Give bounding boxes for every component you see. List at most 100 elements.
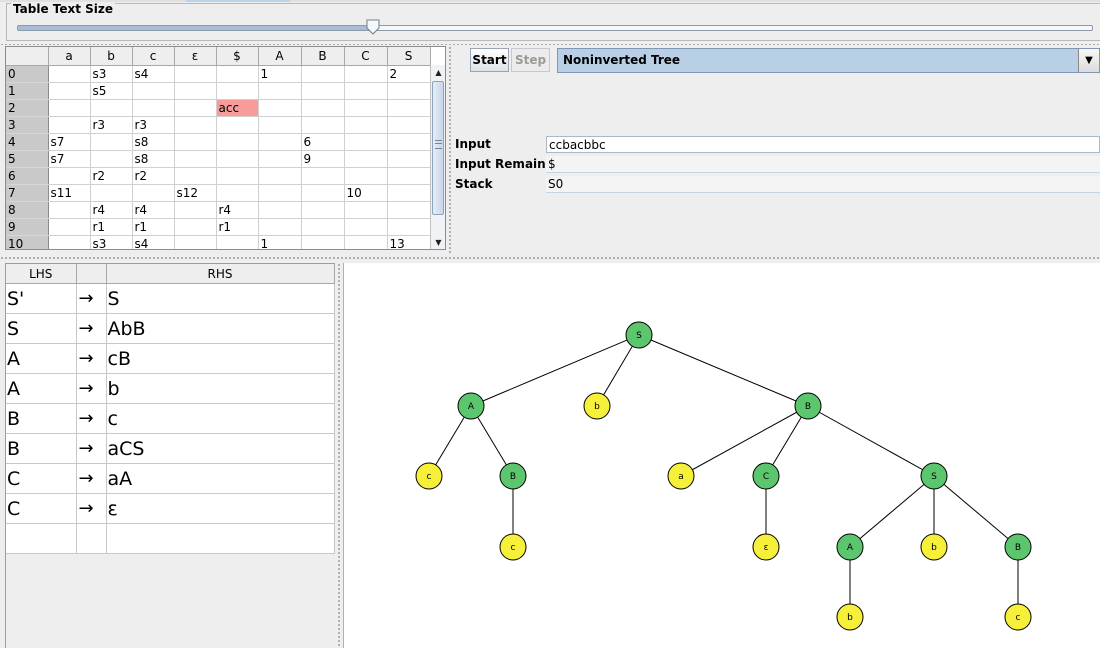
table-cell[interactable]: acc — [216, 99, 259, 117]
tree-node-a1[interactable]: a — [667, 462, 695, 490]
split-divider-vertical-bottom[interactable] — [336, 263, 342, 648]
production-rhs[interactable] — [106, 523, 335, 554]
production-row[interactable]: A → cB — [6, 343, 335, 374]
tree-node-C1[interactable]: C — [752, 462, 780, 490]
production-lhs[interactable]: B — [6, 403, 77, 434]
table-cell[interactable]: 9 — [301, 150, 345, 168]
start-button[interactable]: Start — [470, 48, 509, 72]
production-row[interactable]: A → b — [6, 373, 335, 404]
table-cell[interactable]: r4 — [216, 201, 259, 219]
table-cell[interactable]: 10 — [344, 184, 388, 202]
table-cell[interactable] — [344, 150, 388, 168]
table-cell[interactable] — [48, 235, 91, 249]
table-row[interactable]: 8 r4 r4 r4 — [6, 201, 431, 219]
table-cell[interactable] — [174, 218, 217, 236]
table-cell[interactable] — [174, 82, 217, 100]
tree-node-A1[interactable]: A — [457, 392, 485, 420]
table-cell[interactable] — [344, 99, 388, 117]
table-cell[interactable] — [216, 82, 259, 100]
tree-node-c2[interactable]: c — [499, 533, 527, 561]
row-header[interactable]: 5 — [6, 150, 49, 168]
production-arrow[interactable]: → — [76, 343, 107, 374]
dropdown-arrow-icon[interactable]: ▼ — [1078, 49, 1099, 72]
table-cell[interactable] — [387, 82, 431, 100]
table-cell[interactable] — [387, 218, 431, 236]
production-rhs[interactable]: ε — [106, 493, 335, 524]
lhs-header[interactable]: LHS — [6, 264, 77, 284]
table-cell[interactable] — [90, 150, 133, 168]
table-cell[interactable] — [344, 201, 388, 219]
rhs-header[interactable]: RHS — [106, 264, 335, 284]
table-cell[interactable]: r3 — [132, 116, 175, 134]
table-cell[interactable] — [301, 99, 345, 117]
table-row[interactable]: 9 r1 r1 r1 — [6, 218, 431, 236]
table-cell[interactable] — [387, 150, 431, 168]
production-rhs[interactable]: cB — [106, 343, 335, 374]
table-row[interactable]: 6 r2 r2 — [6, 167, 431, 185]
table-cell[interactable] — [301, 82, 345, 100]
tree-node-B3[interactable]: B — [1004, 533, 1032, 561]
state-column-header[interactable] — [6, 47, 49, 66]
table-cell[interactable]: r1 — [90, 218, 133, 236]
production-arrow[interactable]: → — [76, 403, 107, 434]
table-cell[interactable] — [216, 167, 259, 185]
production-lhs[interactable]: A — [6, 373, 77, 404]
production-lhs[interactable] — [6, 523, 77, 554]
column-header[interactable]: $ — [216, 47, 259, 66]
production-rhs[interactable]: b — [106, 373, 335, 404]
table-cell[interactable] — [301, 65, 345, 83]
production-lhs[interactable]: S — [6, 313, 77, 344]
table-cell[interactable] — [174, 167, 217, 185]
row-header[interactable]: 10 — [6, 235, 49, 249]
row-header[interactable]: 1 — [6, 82, 49, 100]
row-header[interactable]: 3 — [6, 116, 49, 134]
table-cell[interactable] — [90, 99, 133, 117]
table-cell[interactable] — [258, 201, 302, 219]
table-row[interactable]: 7 s11 s12 10 — [6, 184, 431, 202]
row-header[interactable]: 7 — [6, 184, 49, 202]
table-cell[interactable]: r3 — [90, 116, 133, 134]
table-cell[interactable]: s4 — [132, 235, 175, 249]
table-row[interactable]: 5 s7 s8 9 — [6, 150, 431, 168]
scroll-down-arrow-icon[interactable]: ▼ — [431, 235, 445, 249]
table-cell[interactable] — [258, 133, 302, 151]
table-cell[interactable] — [258, 99, 302, 117]
table-cell[interactable] — [301, 218, 345, 236]
tree-node-b1[interactable]: b — [583, 392, 611, 420]
table-cell[interactable] — [132, 184, 175, 202]
table-cell[interactable] — [344, 218, 388, 236]
production-arrow[interactable]: → — [76, 493, 107, 524]
column-header[interactable]: S — [387, 47, 431, 66]
row-header[interactable]: 2 — [6, 99, 49, 117]
table-cell[interactable]: 6 — [301, 133, 345, 151]
table-cell[interactable]: s12 — [174, 184, 217, 202]
table-cell[interactable] — [216, 150, 259, 168]
production-lhs[interactable]: C — [6, 493, 77, 524]
table-cell[interactable] — [344, 235, 388, 249]
tree-node-b3[interactable]: b — [836, 603, 864, 631]
table-cell[interactable] — [344, 167, 388, 185]
view-mode-select[interactable]: Noninverted Tree ▼ — [557, 48, 1100, 73]
table-cell[interactable]: r2 — [132, 167, 175, 185]
table-cell[interactable]: 1 — [258, 235, 302, 249]
text-size-slider[interactable] — [17, 25, 1093, 31]
table-cell[interactable] — [174, 133, 217, 151]
production-arrow[interactable]: → — [76, 313, 107, 344]
table-cell[interactable]: s7 — [48, 133, 91, 151]
production-arrow[interactable]: → — [76, 373, 107, 404]
table-cell[interactable] — [48, 65, 91, 83]
tree-node-B1[interactable]: B — [794, 392, 822, 420]
table-cell[interactable] — [344, 116, 388, 134]
production-lhs[interactable]: C — [6, 463, 77, 494]
tree-node-e1[interactable]: ε — [752, 533, 780, 561]
table-cell[interactable]: s8 — [132, 133, 175, 151]
table-row[interactable]: 1 s5 — [6, 82, 431, 100]
table-cell[interactable] — [301, 116, 345, 134]
production-arrow[interactable] — [76, 523, 107, 554]
table-cell[interactable] — [48, 201, 91, 219]
column-header[interactable]: C — [344, 47, 388, 66]
table-cell[interactable]: r1 — [132, 218, 175, 236]
tree-node-c1[interactable]: c — [415, 462, 443, 490]
table-cell[interactable]: 1 — [258, 65, 302, 83]
table-cell[interactable] — [258, 82, 302, 100]
